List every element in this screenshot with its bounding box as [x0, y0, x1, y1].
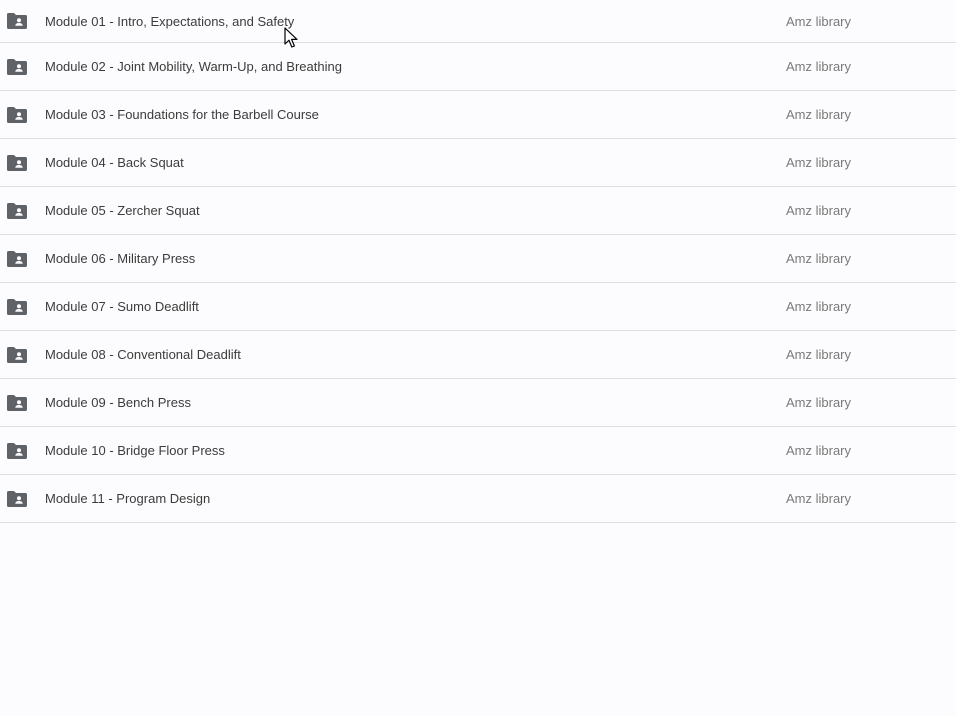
file-owner: Amz library: [786, 299, 852, 314]
file-name: Module 04 - Back Squat: [45, 155, 184, 170]
file-row-module-10[interactable]: Module 10 - Bridge Floor Press Amz libra…: [0, 427, 956, 475]
file-name: Module 06 - Military Press: [45, 251, 196, 266]
shared-folder-icon: [7, 250, 27, 267]
file-row-module-02[interactable]: Module 02 - Joint Mobility, Warm-Up, and…: [0, 43, 956, 91]
file-owner: Amz library: [786, 59, 852, 74]
file-row-module-08[interactable]: Module 08 - Conventional Deadlift Amz li…: [0, 331, 956, 379]
file-row-module-09[interactable]: Module 09 - Bench Press Amz library: [0, 379, 956, 427]
shared-folder-icon: [7, 298, 27, 315]
shared-folder-icon: [7, 106, 27, 123]
shared-folder-icon: [7, 202, 27, 219]
shared-folder-icon: [7, 154, 27, 171]
file-name: Module 05 - Zercher Squat: [45, 203, 200, 218]
file-row-module-11[interactable]: Module 11 - Program Design Amz library: [0, 475, 956, 523]
file-row-module-07[interactable]: Module 07 - Sumo Deadlift Amz library: [0, 283, 956, 331]
file-name: Module 08 - Conventional Deadlift: [45, 347, 241, 362]
file-name: Module 07 - Sumo Deadlift: [45, 299, 199, 314]
file-name: Module 03 - Foundations for the Barbell …: [45, 107, 319, 122]
file-row-module-04[interactable]: Module 04 - Back Squat Amz library: [0, 139, 956, 187]
shared-folder-icon: [7, 13, 27, 29]
file-name: Module 11 - Program Design: [45, 491, 211, 506]
file-name: Module 09 - Bench Press: [45, 395, 191, 410]
file-row-module-05[interactable]: Module 05 - Zercher Squat Amz library: [0, 187, 956, 235]
file-list: Module 01 - Intro, Expectations, and Saf…: [0, 0, 956, 523]
shared-folder-icon: [7, 442, 27, 459]
file-row-module-03[interactable]: Module 03 - Foundations for the Barbell …: [0, 91, 956, 139]
file-owner: Amz library: [786, 251, 852, 266]
file-name: Module 02 - Joint Mobility, Warm-Up, and…: [45, 59, 342, 74]
file-row-module-06[interactable]: Module 06 - Military Press Amz library: [0, 235, 956, 283]
file-owner: Amz library: [786, 347, 852, 362]
file-owner: Amz library: [786, 395, 852, 410]
file-name: Module 10 - Bridge Floor Press: [45, 443, 225, 458]
shared-folder-icon: [7, 58, 27, 75]
file-owner: Amz library: [786, 491, 852, 506]
file-owner: Amz library: [786, 203, 852, 218]
shared-folder-icon: [7, 346, 27, 363]
file-owner: Amz library: [786, 155, 852, 170]
file-owner: Amz library: [786, 13, 852, 29]
shared-folder-icon: [7, 490, 27, 507]
file-row-module-01[interactable]: Module 01 - Intro, Expectations, and Saf…: [0, 0, 956, 43]
file-name: Module 01 - Intro, Expectations, and Saf…: [45, 13, 295, 29]
file-owner: Amz library: [786, 107, 852, 122]
file-owner: Amz library: [786, 443, 852, 458]
shared-folder-icon: [7, 394, 27, 411]
